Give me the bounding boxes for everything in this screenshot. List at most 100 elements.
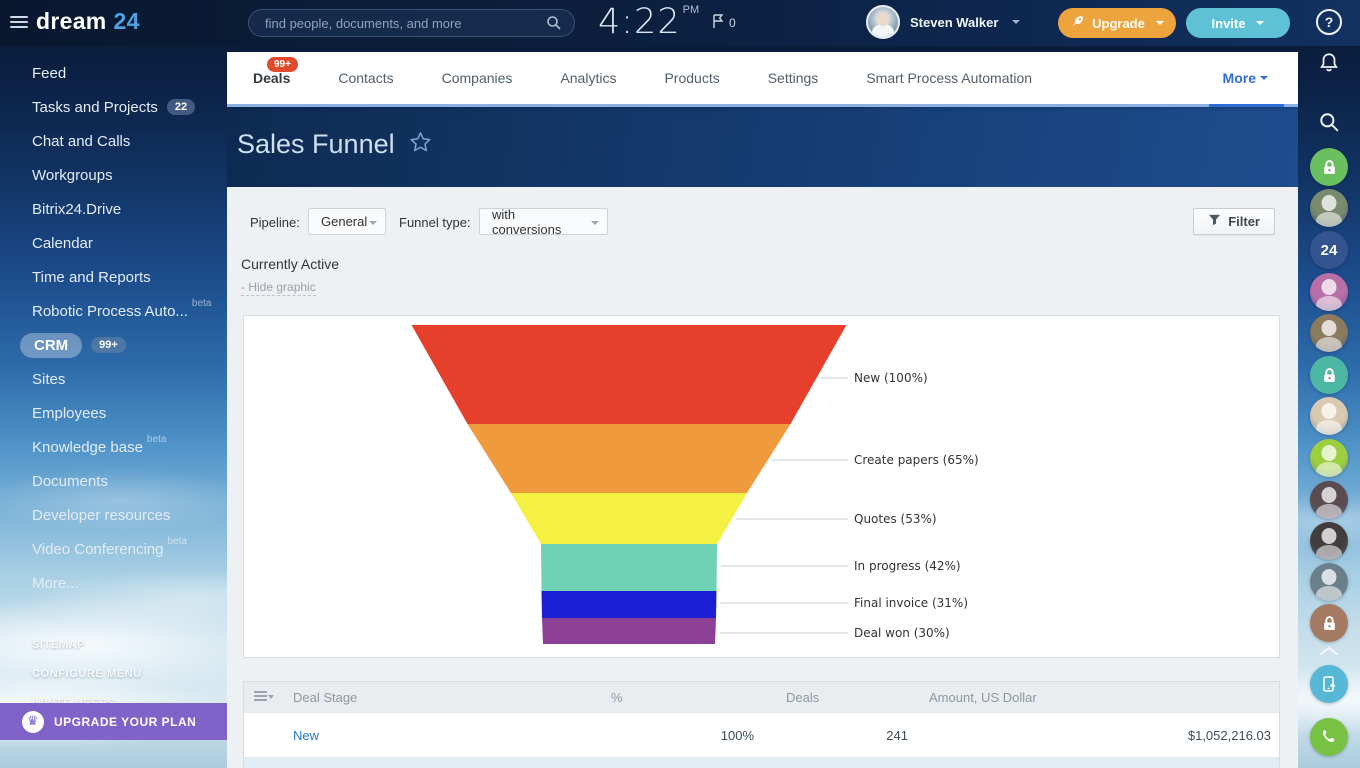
page-title: Sales Funnel <box>237 129 432 160</box>
tab-companies[interactable]: Companies <box>442 52 513 104</box>
sidebar-item-workgroups[interactable]: Workgroups <box>0 158 227 192</box>
funnel-stage-label: New (100%) <box>854 371 928 385</box>
pipeline-select[interactable]: General <box>308 208 386 235</box>
sidebar-item-label: Developer resources <box>32 507 170 524</box>
sidebar-item-sites[interactable]: Sites <box>0 362 227 396</box>
sales-funnel-chart: New (100%)Create papers (65%)Quotes (53%… <box>243 315 1280 658</box>
tab-smart-process-automation[interactable]: Smart Process Automation <box>866 52 1032 104</box>
sidebar-item-robotic-process-auto[interactable]: Robotic Process Auto...beta <box>0 294 227 328</box>
user-avatar[interactable] <box>1310 189 1348 227</box>
rocket-icon <box>1070 14 1085 32</box>
flag-counter[interactable]: 0 <box>712 14 736 32</box>
cell-percent: 100% <box>597 713 778 757</box>
sidebar-item-video-conferencing[interactable]: Video Conferencingbeta <box>0 532 227 566</box>
user-menu[interactable]: Steven Walker <box>866 5 1020 39</box>
sidebar-item-feed[interactable]: Feed <box>0 56 227 90</box>
funnel-stage-deal-won[interactable] <box>542 618 716 644</box>
top-header-bar: dream24 4:22PM 0 Steven Walker Upgrade I… <box>0 0 1360 46</box>
user-avatar[interactable] <box>1310 522 1348 560</box>
sidebar-item-developer-resources[interactable]: Developer resources <box>0 498 227 532</box>
sidebar-footer-link-configure-menu[interactable]: CONFIGURE MENU <box>0 659 227 688</box>
notifications-bell-icon[interactable] <box>1316 50 1342 76</box>
sidebar-item-label: Robotic Process Auto... <box>32 303 188 320</box>
crown-icon: ♛ <box>22 711 44 733</box>
upgrade-plan-button[interactable]: ♛ UPGRADE YOUR PLAN <box>0 703 227 740</box>
clock[interactable]: 4:22PM <box>598 2 699 42</box>
flag-icon <box>712 14 724 32</box>
tab-contacts[interactable]: Contacts <box>338 52 393 104</box>
lock-icon[interactable] <box>1310 148 1348 186</box>
menu-hamburger-icon[interactable] <box>10 16 28 30</box>
sidebar-item-bitrix24-drive[interactable]: Bitrix24.Drive <box>0 192 227 226</box>
sidebar-item-label: Time and Reports <box>32 269 151 286</box>
table-header-row: Deal Stage%DealsAmount, US Dollar <box>244 682 1279 712</box>
tab-deals[interactable]: Deals99+ <box>253 52 290 104</box>
sidebar-item-time-and-reports[interactable]: Time and Reports <box>0 260 227 294</box>
sidebar-item-label: Calendar <box>32 235 93 252</box>
column-header-amount-us-dollar[interactable]: Amount, US Dollar <box>918 682 1279 712</box>
user-avatar[interactable] <box>1310 314 1348 352</box>
mobile-app-icon[interactable] <box>1310 665 1348 703</box>
brand-logo[interactable]: dream24 <box>36 8 140 35</box>
column-header-[interactable]: % <box>597 682 778 712</box>
hide-graphic-link[interactable]: - Hide graphic <box>241 280 316 296</box>
avatar <box>866 5 900 39</box>
search-icon[interactable] <box>1316 109 1342 135</box>
cell-amount: $1,052,216.03 <box>918 713 1279 757</box>
lock-icon[interactable] <box>1310 356 1348 394</box>
invite-button[interactable]: Invite <box>1186 8 1290 38</box>
funnel-stage-label: Deal won (30%) <box>854 626 950 640</box>
sidebar-item-documents[interactable]: Documents <box>0 464 227 498</box>
funnel-stage-create-papers[interactable] <box>468 424 791 493</box>
sidebar-item-calendar[interactable]: Calendar <box>0 226 227 260</box>
section-heading: Currently Active <box>241 256 339 272</box>
funnel-stage-label: In progress (42%) <box>854 559 961 573</box>
sidebar-item-employees[interactable]: Employees <box>0 396 227 430</box>
sidebar-item-tasks-and-projects[interactable]: Tasks and Projects22 <box>0 90 227 124</box>
user-avatar[interactable] <box>1310 563 1348 601</box>
column-header-deals[interactable]: Deals <box>778 682 918 712</box>
beta-tag: beta <box>147 434 166 445</box>
column-header-deal-stage[interactable]: Deal Stage <box>244 682 597 712</box>
pipeline-label: Pipeline: <box>250 215 300 230</box>
sidebar-footer-link-sitemap[interactable]: SITEMAP <box>0 630 227 659</box>
tab-settings[interactable]: Settings <box>768 52 819 104</box>
chevron-down-icon <box>369 221 377 225</box>
phone-call-icon[interactable] <box>1310 718 1348 756</box>
search-input[interactable] <box>265 10 535 36</box>
user-avatar[interactable] <box>1310 439 1348 477</box>
help-icon[interactable]: ? <box>1316 9 1342 35</box>
tab-more[interactable]: More <box>1223 52 1268 104</box>
search-icon[interactable] <box>546 15 562 36</box>
sidebar-item-crm[interactable]: CRM99+ <box>0 328 227 362</box>
user-avatar[interactable] <box>1310 481 1348 519</box>
table-row: New100%241$1,052,216.03 <box>244 712 1279 757</box>
funnel-type-label: Funnel type: <box>399 215 471 230</box>
collapse-chevron-icon[interactable] <box>1318 643 1340 661</box>
favorite-star-icon[interactable] <box>409 129 432 160</box>
funnel-stage-label: Quotes (53%) <box>854 512 937 526</box>
sidebar-item-more[interactable]: More... <box>0 566 227 600</box>
tab-label: Smart Process Automation <box>866 70 1032 86</box>
table-settings-icon[interactable] <box>254 691 274 703</box>
filter-button[interactable]: Filter <box>1193 208 1275 235</box>
main-content: Pipeline: General Funnel type: with conv… <box>227 187 1298 768</box>
user-avatar[interactable] <box>1310 397 1348 435</box>
funnel-filter-icon <box>1208 214 1221 229</box>
funnel-stage-final-invoice[interactable] <box>542 591 717 618</box>
funnel-stage-quotes[interactable] <box>511 493 747 544</box>
funnel-stage-new[interactable] <box>412 325 847 424</box>
funnel-stage-in-progress[interactable] <box>541 544 717 591</box>
upgrade-button[interactable]: Upgrade <box>1058 8 1176 38</box>
bitrix24-badge[interactable]: 24 <box>1310 231 1348 269</box>
sidebar-item-chat-and-calls[interactable]: Chat and Calls <box>0 124 227 158</box>
tab-analytics[interactable]: Analytics <box>560 52 616 104</box>
deal-stage-link[interactable]: New <box>293 728 319 743</box>
table-row-partial[interactable] <box>244 757 1279 768</box>
user-avatar[interactable] <box>1310 273 1348 311</box>
lock-icon[interactable] <box>1310 604 1348 642</box>
funnel-type-select[interactable]: with conversions <box>479 208 608 235</box>
tab-products[interactable]: Products <box>664 52 719 104</box>
sidebar-item-knowledge-base[interactable]: Knowledge basebeta <box>0 430 227 464</box>
tab-label: Analytics <box>560 70 616 86</box>
